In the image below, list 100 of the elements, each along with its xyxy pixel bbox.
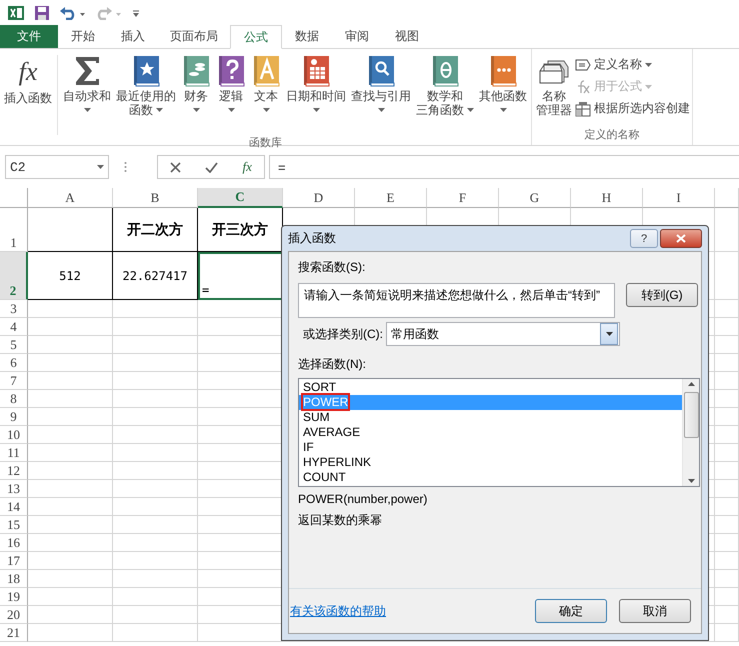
ribbon-button[interactable]: 查找与引用 [349,55,413,117]
column-header[interactable]: C [198,188,283,208]
ribbon-tab[interactable]: 审阅 [332,25,382,48]
dialog-title: 插入函数 [288,230,336,247]
caret-icon [606,332,612,336]
search-field[interactable]: 请输入一条简短说明来描述您想做什么，然后单击“转到” [298,283,615,318]
undo-icon[interactable] [60,6,86,20]
dots-book-icon [488,55,518,87]
row-header[interactable]: 15 [0,516,28,534]
tag-icon [575,58,591,70]
row-header[interactable]: 8 [0,390,28,408]
formula-icon [575,80,591,94]
formula-field[interactable]: = [269,155,739,179]
column-header[interactable]: A [28,188,113,208]
question-book-icon [216,55,246,87]
row-header[interactable]: 17 [0,552,28,570]
row-header[interactable]: 4 [0,318,28,336]
function-item[interactable]: SUM [299,410,682,425]
row-header[interactable]: 11 [0,444,28,462]
row-header[interactable]: 5 [0,336,28,354]
column-header[interactable]: D [283,188,355,208]
row-header[interactable]: 7 [0,372,28,390]
ribbon-tab[interactable]: 数据 [282,25,332,48]
row-header[interactable]: 14 [0,498,28,516]
calendar-book-icon [301,55,331,87]
ribbon-small-button[interactable]: 定义名称 [575,55,690,74]
function-item[interactable]: HYPERLINK [299,455,682,470]
fx-glyph: fx [18,56,38,88]
column-header[interactable]: E [355,188,427,208]
group-label: 定义的名称 [584,128,640,143]
ribbon-tab[interactable]: 开始 [58,25,108,48]
ok-button[interactable]: 确定 [535,599,607,623]
ribbon-button[interactable]: 财务 [179,55,213,117]
function-item[interactable]: AVERAGE [299,425,682,440]
name-box[interactable]: C2 [5,155,109,179]
scrollbar[interactable] [682,379,699,486]
insert-function-button[interactable]: fx [242,159,252,175]
help-link[interactable]: 有关该函数的帮助 [290,602,386,620]
ribbon-button[interactable]: 日期和时间 [284,55,348,117]
row-header[interactable]: 9 [0,408,28,426]
ribbon-button[interactable]: fx 插入函数 [2,55,58,135]
row-header[interactable]: 3 [0,300,28,318]
ribbon-tab[interactable]: 页面布局 [158,25,230,48]
row-header[interactable]: 6 [0,354,28,372]
column-header[interactable]: G [499,188,571,208]
row-header[interactable]: 18 [0,570,28,588]
table-icon [575,100,591,116]
customize-icon[interactable] [132,8,140,18]
ribbon-button[interactable]: 逻辑 [214,55,248,117]
function-list-label: 选择函数(N): [298,356,367,373]
coins-book-icon [181,55,211,87]
save-icon[interactable] [34,4,50,20]
group-label: 函数库 [248,136,283,151]
function-description: 返回某数的乘幂 [298,512,383,529]
row-header[interactable]: 10 [0,426,28,444]
go-button[interactable]: 转到(G) [626,283,698,307]
ribbon-button[interactable]: 名称 管理器 [534,55,574,117]
ribbon-tab[interactable]: 公式 [230,25,282,49]
theta-book-icon [430,55,460,87]
help-button[interactable]: ? [630,229,658,248]
function-item[interactable]: SORT [299,380,682,395]
file-tab[interactable]: 文件 [0,25,58,48]
category-select[interactable]: 常用函数 [386,322,620,346]
letter-book-icon [251,55,281,87]
column-header[interactable]: I [643,188,715,208]
row-header[interactable]: 20 [0,606,28,624]
ribbon-tab[interactable]: 视图 [382,25,432,48]
row-header[interactable]: 12 [0,462,28,480]
ribbon-button[interactable]: 文本 [249,55,283,117]
caret-icon [97,165,104,169]
cell-text: 开二次方 [127,220,183,238]
function-item[interactable]: IF [299,440,682,455]
cancel-button[interactable]: 取消 [619,599,691,623]
caret-icon [688,382,694,386]
check-icon[interactable] [205,162,218,172]
column-header[interactable]: F [427,188,499,208]
row-header[interactable]: 13 [0,480,28,498]
close-button[interactable] [660,229,702,248]
column-header[interactable]: B [113,188,198,208]
ribbon-tab[interactable]: 插入 [108,25,158,48]
ribbon-button[interactable]: 数学和 三角函数 [414,55,476,117]
ribbon-small-button[interactable]: 根据所选内容创建 [575,99,690,118]
close-icon [676,234,686,243]
magnifier-book-icon [366,55,396,87]
cell-text: 22.627417 [122,268,188,282]
function-signature: POWER(number,power) [298,492,428,506]
row-header[interactable]: 19 [0,588,28,606]
caret-icon [688,479,694,483]
row-header[interactable]: 2 [0,252,28,300]
ribbon-button[interactable]: 最近使用的 函数 [114,55,178,117]
row-header[interactable]: 16 [0,534,28,552]
ribbon-button[interactable]: 其他函数 [477,55,529,117]
function-item[interactable]: COUNT [299,470,682,485]
grip-icon [124,161,127,173]
row-header[interactable]: 21 [0,624,28,642]
cancel-icon[interactable] [170,162,182,172]
column-header[interactable]: H [571,188,643,208]
cell-text: 512 [59,268,81,282]
category-label: 或选择类别(C): [303,326,383,342]
ribbon-button[interactable]: 自动求和 [61,55,113,117]
